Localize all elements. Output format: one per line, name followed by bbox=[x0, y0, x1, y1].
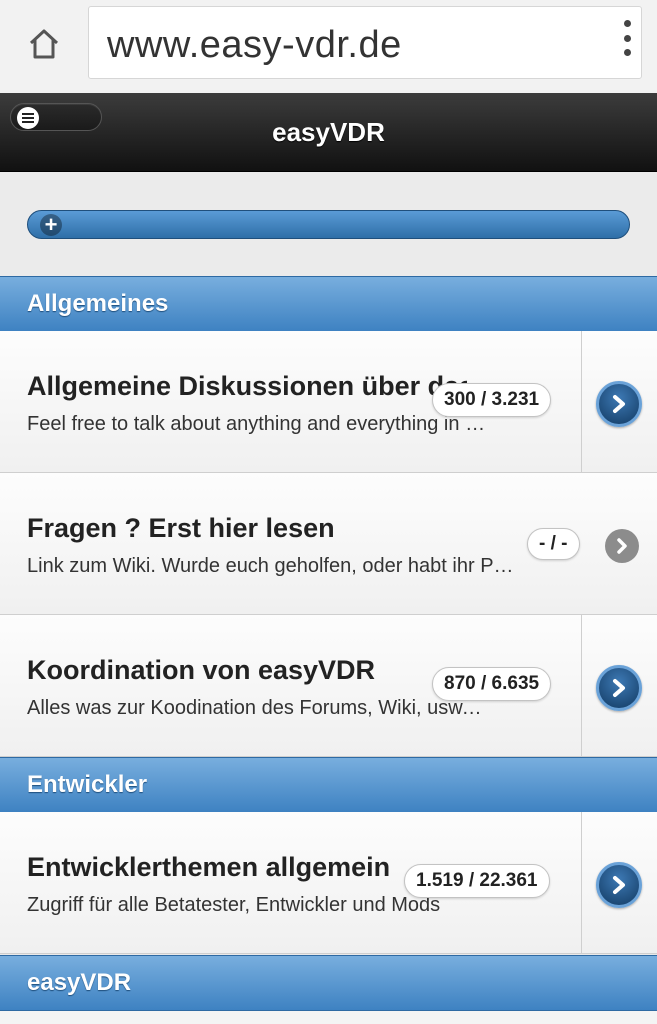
chevron-right-icon[interactable] bbox=[605, 529, 639, 563]
count-badge: 300 / 3.231 bbox=[432, 383, 552, 417]
count-badge: 870 / 6.635 bbox=[432, 667, 552, 701]
forum-title: Allgemeine Diskussionen über das bbox=[27, 371, 467, 401]
forum-title: Koordination von easyVDR bbox=[27, 655, 376, 685]
forum-row[interactable]: Koordination von easyVDR Alles was zur K… bbox=[0, 615, 657, 757]
count-badge: - / - bbox=[527, 528, 580, 560]
forum-row-main[interactable]: Allgemeine Diskussionen über das Feel fr… bbox=[0, 331, 582, 472]
add-button[interactable]: + bbox=[27, 210, 630, 239]
browser-bar: www.easy-vdr.de bbox=[0, 0, 657, 93]
forum-row[interactable]: Fragen ? Erst hier lesen Link zum Wiki. … bbox=[0, 473, 657, 615]
forum-description: Link zum Wiki. Wurde euch geholfen, oder… bbox=[27, 555, 519, 577]
plus-icon: + bbox=[40, 214, 62, 236]
app-header: easyVDR bbox=[0, 93, 657, 172]
forum-row[interactable]: Allgemeine Diskussionen über das Feel fr… bbox=[0, 331, 657, 473]
forum-description: Feel free to talk about anything and eve… bbox=[27, 413, 497, 435]
chevron-right-icon[interactable] bbox=[596, 862, 642, 908]
forum-description: Alles was zur Koodination des Forums, Wi… bbox=[27, 697, 487, 719]
page-title: easyVDR bbox=[272, 117, 385, 147]
section-header-entwickler[interactable]: Entwickler bbox=[0, 757, 657, 813]
toolbar-area: + bbox=[0, 172, 657, 276]
forum-row-main[interactable]: Koordination von easyVDR Alles was zur K… bbox=[0, 615, 582, 756]
url-field[interactable]: www.easy-vdr.de bbox=[88, 6, 642, 79]
chevron-right-icon[interactable] bbox=[596, 381, 642, 427]
forum-row[interactable]: Entwicklerthemen allgemein Zugriff für a… bbox=[0, 812, 657, 954]
chevron-right-icon[interactable] bbox=[596, 665, 642, 711]
count-badge: 1.519 / 22.361 bbox=[404, 864, 550, 898]
forum-title: Fragen ? Erst hier lesen bbox=[27, 513, 335, 543]
forum-row-main[interactable]: Fragen ? Erst hier lesen Link zum Wiki. … bbox=[0, 473, 582, 614]
section-header-allgemeines[interactable]: Allgemeines bbox=[0, 276, 657, 332]
section-header-easyvdr[interactable]: easyVDR bbox=[0, 955, 657, 1011]
more-vert-icon[interactable] bbox=[621, 20, 633, 56]
url-text: www.easy-vdr.de bbox=[107, 24, 402, 66]
forum-title: Entwicklerthemen allgemein bbox=[27, 852, 391, 882]
forum-row-main[interactable]: Entwicklerthemen allgemein Zugriff für a… bbox=[0, 812, 582, 953]
home-icon[interactable] bbox=[20, 20, 68, 68]
list-continuation bbox=[0, 1011, 657, 1024]
